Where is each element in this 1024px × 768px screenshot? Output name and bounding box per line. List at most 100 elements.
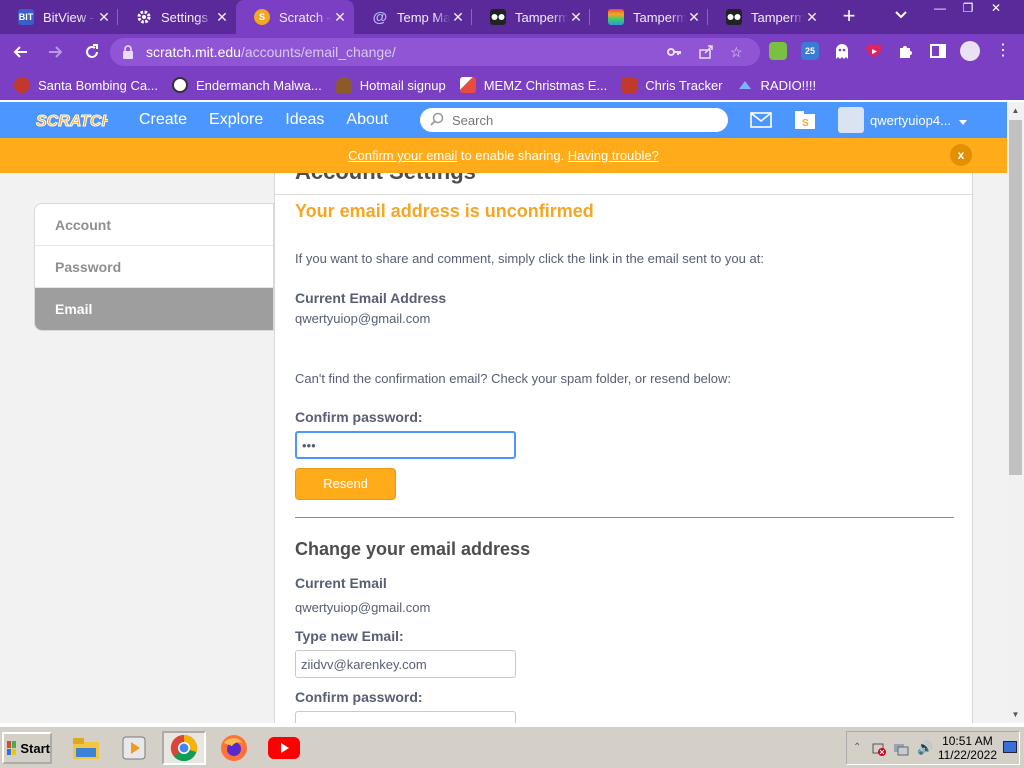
new-tab-button[interactable]: + (834, 2, 864, 32)
radio-icon (737, 77, 753, 93)
nav-explore-link[interactable]: Explore (198, 102, 274, 138)
tab-title: Tamperm (751, 9, 804, 25)
heart-extension-icon[interactable] (865, 42, 883, 60)
tab-title: Tamperm (515, 9, 568, 25)
bookmark-item[interactable]: MEMZ Christmas E... (459, 77, 607, 93)
network-warning-icon[interactable] (871, 741, 887, 760)
minimize-icon[interactable]: — (926, 0, 954, 18)
settings-panel: Account Settings Your email address is u… (274, 173, 973, 723)
tab-bitview[interactable]: BIT BitView - ✕ (0, 0, 118, 34)
tab-title: Settings (161, 9, 208, 25)
unconfirmed-title: Your email address is unconfirmed (295, 201, 594, 221)
clock[interactable]: 10:51 AM 11/22/2022 (938, 734, 997, 762)
bookmark-item[interactable]: Santa Bombing Ca... (14, 77, 158, 93)
tray-expand-icon[interactable]: ⌃ (853, 742, 861, 753)
svg-text:SCRATCH: SCRATCH (36, 113, 108, 130)
side-panel-icon[interactable] (929, 42, 947, 60)
figure-icon (335, 77, 352, 93)
scratch-logo[interactable]: SCRATCH (34, 108, 114, 132)
my-stuff-icon[interactable]: S (794, 110, 816, 130)
chrome-icon[interactable] (162, 731, 206, 765)
messages-icon[interactable] (750, 112, 772, 128)
tab-tampermonkey-2[interactable]: Tamperm ✕ (590, 0, 708, 34)
page-content: Account Password Email Account Settings … (0, 173, 1007, 723)
nav-create-link[interactable]: Create (128, 102, 198, 138)
windows-flag-icon (7, 741, 17, 755)
tab-settings[interactable]: Settings ✕ (118, 0, 236, 34)
reload-icon[interactable] (76, 36, 108, 68)
ghost-extension-icon[interactable] (833, 42, 851, 60)
confirm-email-link[interactable]: Confirm your email (348, 148, 457, 163)
sidebar-item-email[interactable]: Email (35, 288, 273, 330)
banner-close-button[interactable]: x (950, 144, 972, 166)
tab-title: BitView - (43, 9, 95, 25)
close-icon[interactable]: ✕ (568, 9, 584, 26)
confirm-password-input[interactable] (295, 431, 516, 459)
username: qwertyuiop4... (870, 112, 951, 128)
network-icon[interactable] (893, 741, 909, 760)
close-icon[interactable]: ✕ (332, 9, 348, 26)
settings-sidebar: Account Password Email (34, 203, 274, 331)
at-sign-icon: @ (372, 8, 388, 26)
profile-avatar[interactable] (960, 41, 980, 61)
close-icon[interactable]: ✕ (450, 9, 466, 26)
calendar-extension-icon[interactable]: 25 (801, 42, 819, 60)
address-bar[interactable]: scratch.mit.edu/accounts/email_change/ ☆ (110, 38, 760, 66)
vertical-scrollbar[interactable]: ▲ ▼ (1007, 102, 1024, 723)
new-email-input[interactable] (295, 650, 516, 678)
nav-ideas-link[interactable]: Ideas (274, 102, 335, 138)
having-trouble-link[interactable]: Having trouble? (568, 148, 659, 163)
extension-green-icon[interactable] (769, 42, 787, 60)
sidebar-item-account[interactable]: Account (35, 204, 273, 246)
bookmark-item[interactable]: RADIO!!!! (737, 77, 816, 93)
url-host: scratch.mit.edu (146, 44, 241, 60)
close-window-icon[interactable]: ✕ (982, 0, 1010, 18)
puzzle-icon[interactable] (897, 42, 915, 60)
forward-icon[interactable] (40, 36, 72, 68)
tab-scratch[interactable]: S Scratch - ✕ (236, 0, 354, 34)
tab-title: Tamperm (633, 9, 686, 25)
new-email-label: Type new Email: (295, 628, 404, 644)
banner-text: to enable sharing. (457, 148, 568, 163)
scrollbar-thumb[interactable] (1009, 120, 1022, 475)
file-explorer-icon[interactable] (64, 731, 108, 765)
spam-hint-text: Can't find the confirmation email? Check… (295, 371, 732, 386)
more-menu-icon[interactable]: ⋮ (994, 42, 1012, 60)
tab-tampermonkey-1[interactable]: Tamperm ✕ (472, 0, 590, 34)
start-button[interactable]: Start (2, 732, 52, 764)
close-icon[interactable]: ✕ (804, 9, 820, 26)
tab-tampermonkey-3[interactable]: Tamperm ✕ (708, 0, 826, 34)
firefox-icon[interactable] (212, 731, 256, 765)
key-icon[interactable] (666, 44, 682, 60)
avatar (838, 107, 864, 133)
sidebar-item-password[interactable]: Password (35, 246, 273, 288)
scroll-up-icon[interactable]: ▲ (1007, 102, 1024, 119)
confirm-password-input-2[interactable] (295, 711, 516, 723)
close-icon[interactable]: ✕ (214, 9, 230, 26)
show-desktop-icon[interactable] (1003, 741, 1017, 753)
skull-icon (171, 77, 188, 93)
restore-icon[interactable]: ❐ (954, 0, 982, 18)
bookmark-item[interactable]: Hotmail signup (335, 77, 446, 93)
current-email-value-2: qwertyuiop@gmail.com (295, 600, 431, 615)
user-menu[interactable]: qwertyuiop4... (838, 106, 967, 134)
resend-button[interactable]: Resend (295, 468, 396, 500)
system-tray: ⌃ 🔊 10:51 AM 11/22/2022 (846, 731, 1020, 765)
youtube-icon[interactable] (262, 731, 306, 765)
scroll-down-icon[interactable]: ▼ (1007, 706, 1024, 723)
search-input[interactable] (452, 112, 702, 128)
close-icon[interactable]: ✕ (686, 9, 702, 26)
nav-about-link[interactable]: About (335, 102, 399, 138)
back-icon[interactable] (4, 36, 36, 68)
current-email-label: Current Email Address (295, 290, 447, 306)
bookmark-item[interactable]: Endermanch Malwa... (171, 77, 322, 93)
close-icon[interactable]: ✕ (96, 9, 112, 26)
tab-temp-mail[interactable]: @ Temp Ma ✕ (354, 0, 472, 34)
volume-icon[interactable]: 🔊 (917, 740, 933, 756)
share-icon[interactable] (698, 44, 714, 60)
tab-title: Temp Ma (397, 9, 450, 25)
tab-search-chevron-icon[interactable] (894, 8, 914, 26)
media-player-icon[interactable] (112, 731, 156, 765)
star-icon[interactable]: ☆ (730, 44, 746, 60)
bookmark-item[interactable]: Chris Tracker (621, 77, 723, 93)
